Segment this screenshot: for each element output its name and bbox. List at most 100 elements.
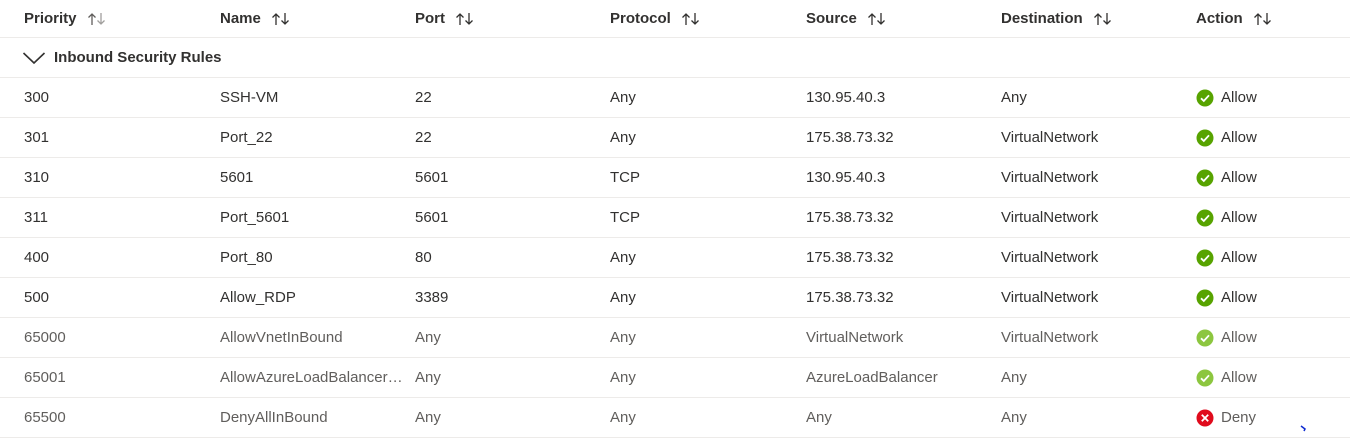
- cell-name: Allow_RDP: [220, 278, 406, 317]
- cell-port-text: 22: [415, 89, 432, 106]
- cell-source-text: AzureLoadBalancer: [806, 369, 938, 386]
- cell-action: Allow: [1196, 318, 1346, 357]
- column-header-name[interactable]: Name: [220, 0, 406, 37]
- cell-name-text: 5601: [220, 169, 254, 186]
- security-rules-table: Priority Name Port Protocol Source Desti…: [0, 0, 1350, 438]
- checkmark-circle-icon: [1196, 129, 1214, 147]
- checkmark-circle-icon: [1196, 249, 1214, 267]
- cell-port-text: Any: [415, 329, 441, 346]
- chevron-down-icon[interactable]: [22, 51, 46, 65]
- cell-destination-text: VirtualNetwork: [1001, 209, 1099, 226]
- cell-priority: 301: [24, 118, 209, 157]
- cell-name: AllowVnetInBound: [220, 318, 406, 357]
- column-header-label: Destination: [1001, 10, 1083, 27]
- checkmark-circle-icon: [1196, 369, 1214, 387]
- column-header-port[interactable]: Port: [415, 0, 600, 37]
- cell-priority-text: 500: [24, 289, 50, 306]
- cell-name: AllowAzureLoadBalancerInBound: [220, 358, 406, 397]
- cell-port: 5601: [415, 198, 600, 237]
- table-row[interactable]: 311 Port_5601 5601 TCP 175.38.73.32 VirtualNe…: [0, 198, 1350, 238]
- cell-destination-text: VirtualNetwork: [1001, 169, 1099, 186]
- column-header-action[interactable]: Action: [1196, 0, 1346, 37]
- cell-destination: VirtualNetwork: [1001, 318, 1186, 357]
- cell-protocol: Any: [610, 318, 795, 357]
- cell-protocol: Any: [610, 238, 795, 277]
- cell-protocol: Any: [610, 358, 795, 397]
- checkmark-circle-icon: [1196, 89, 1214, 107]
- cell-port: 22: [415, 118, 600, 157]
- cell-name: Port_5601: [220, 198, 406, 237]
- cell-action: Allow: [1196, 278, 1346, 317]
- cell-source: 130.95.40.3: [806, 78, 991, 117]
- cell-destination-text: VirtualNetwork: [1001, 289, 1099, 306]
- column-header-priority[interactable]: Priority: [24, 0, 209, 37]
- sort-icon[interactable]: [867, 12, 887, 26]
- table-row[interactable]: 400 Port_80 80 Any 175.38.73.32 VirtualNetwor…: [0, 238, 1350, 278]
- cell-protocol-text: TCP: [610, 169, 640, 186]
- sort-icon[interactable]: [455, 12, 475, 26]
- cell-action-text: Allow: [1221, 129, 1257, 146]
- cell-port-text: 22: [415, 129, 432, 146]
- cell-protocol: TCP: [610, 158, 795, 197]
- cell-protocol: TCP: [610, 198, 795, 237]
- cell-port-text: 5601: [415, 209, 449, 226]
- cell-protocol-text: Any: [610, 129, 636, 146]
- cell-port: Any: [415, 398, 600, 437]
- table-row[interactable]: 310 5601 5601 TCP 130.95.40.3 VirtualNetwork A…: [0, 158, 1350, 198]
- cell-destination-text: Any: [1001, 409, 1027, 426]
- cell-protocol: Any: [610, 118, 795, 157]
- group-header-label: Inbound Security Rules: [54, 49, 222, 66]
- cell-source-text: Any: [806, 409, 832, 426]
- cell-port: 80: [415, 238, 600, 277]
- cell-destination: VirtualNetwork: [1001, 278, 1186, 317]
- table-row[interactable]: 65001 AllowAzureLoadBalancerInBound Any Any…: [0, 358, 1350, 398]
- cell-name-text: DenyAllInBound: [220, 409, 328, 426]
- cell-priority: 300: [24, 78, 209, 117]
- cell-source-text: 130.95.40.3: [806, 89, 886, 106]
- column-header-destination[interactable]: Destination: [1001, 0, 1186, 37]
- cell-source: 175.38.73.32: [806, 198, 991, 237]
- sort-icon[interactable]: [681, 12, 701, 26]
- cell-port: Any: [415, 318, 600, 357]
- cell-source: 175.38.73.32: [806, 278, 991, 317]
- sort-icon[interactable]: [1253, 12, 1273, 26]
- cell-source: 130.95.40.3: [806, 158, 991, 197]
- cell-priority-text: 311: [24, 209, 48, 226]
- table-row[interactable]: 65000 AllowVnetInBound Any Any VirtualNetwor…: [0, 318, 1350, 358]
- cell-port-text: 5601: [415, 169, 449, 186]
- sort-icon[interactable]: [271, 12, 291, 26]
- cell-source-text: 130.95.40.3: [806, 169, 886, 186]
- cell-priority: 65000: [24, 318, 209, 357]
- cell-destination-text: VirtualNetwork: [1001, 129, 1099, 146]
- column-header-protocol[interactable]: Protocol: [610, 0, 795, 37]
- cell-priority: 311: [24, 198, 209, 237]
- cell-port: 22: [415, 78, 600, 117]
- cell-priority-text: 65001: [24, 369, 66, 386]
- cell-source-text: 175.38.73.32: [806, 209, 894, 226]
- cell-port: 5601: [415, 158, 600, 197]
- checkmark-circle-icon: [1196, 289, 1214, 307]
- cell-protocol-text: Any: [610, 289, 636, 306]
- cell-priority: 65001: [24, 358, 209, 397]
- cell-action: Allow: [1196, 238, 1346, 277]
- sort-icon[interactable]: [1093, 12, 1113, 26]
- cell-protocol-text: Any: [610, 329, 636, 346]
- table-row[interactable]: 301 Port_22 22 Any 175.38.73.32 VirtualNetwor…: [0, 118, 1350, 158]
- table-row[interactable]: 500 Allow_RDP 3389 Any 175.38.73.32 VirtualNe…: [0, 278, 1350, 318]
- cell-action: Allow: [1196, 358, 1346, 397]
- sort-icon[interactable]: [87, 12, 107, 26]
- cell-source-text: VirtualNetwork: [806, 329, 904, 346]
- cell-action-text: Allow: [1221, 249, 1257, 266]
- cell-protocol-text: TCP: [610, 209, 640, 226]
- group-header-inbound[interactable]: Inbound Security Rules: [0, 38, 1350, 78]
- cell-source: AzureLoadBalancer: [806, 358, 991, 397]
- cell-name-text: Allow_RDP: [220, 289, 296, 306]
- cell-priority-text: 65500: [24, 409, 66, 426]
- cell-source-text: 175.38.73.32: [806, 129, 894, 146]
- column-header-source[interactable]: Source: [806, 0, 991, 37]
- cell-action-text: Allow: [1221, 209, 1257, 226]
- table-row[interactable]: 300 SSH-VM 22 Any 130.95.40.3 Any Allow: [0, 78, 1350, 118]
- cell-name: 5601: [220, 158, 406, 197]
- cell-destination: Any: [1001, 358, 1186, 397]
- table-row[interactable]: 65500 DenyAllInBound Any Any Any Any Deny: [0, 398, 1350, 438]
